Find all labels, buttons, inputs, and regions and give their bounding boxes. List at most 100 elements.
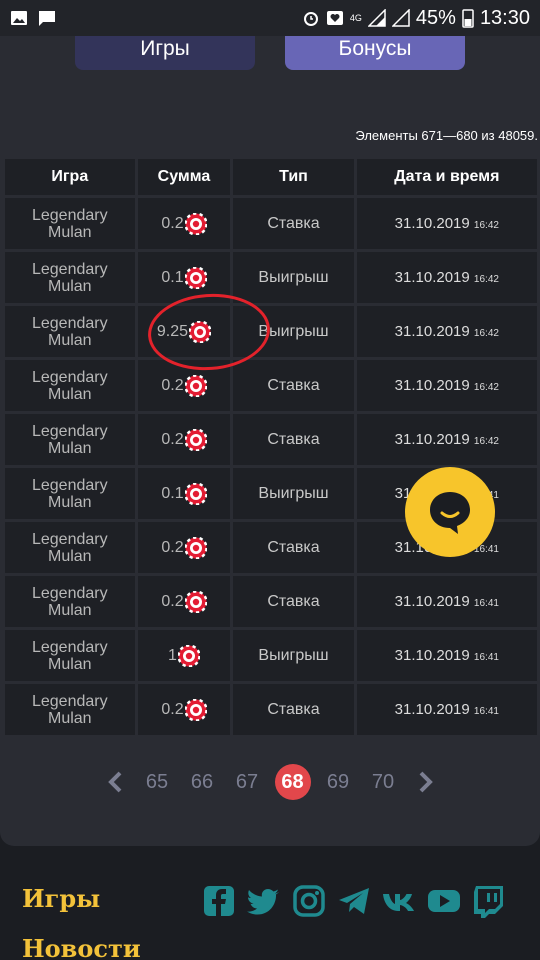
page-68-current[interactable]: 68 <box>274 764 311 800</box>
cell-type: Ставка <box>233 576 354 627</box>
time-value: 16:42 <box>473 274 499 285</box>
social-links <box>202 884 506 918</box>
amount-value: 0.2 <box>161 214 184 232</box>
chip-icon <box>184 212 207 235</box>
cell-type: Ставка <box>233 360 354 411</box>
time-value: 16:41 <box>473 706 499 717</box>
game-name-line2: Mulan <box>48 601 92 619</box>
chevron-right-icon <box>419 771 433 793</box>
instagram-icon[interactable] <box>292 884 326 918</box>
amount-value: 0.2 <box>161 538 184 556</box>
header-amount: Сумма <box>137 159 231 195</box>
cell-game: Legendary Mulan <box>5 468 135 519</box>
game-name-line1: Legendary <box>31 692 108 710</box>
cell-game: Legendary Mulan <box>5 414 135 465</box>
cell-datetime: 31.10.2019 16:42 <box>356 306 537 357</box>
amount-value: 0.2 <box>161 430 184 448</box>
network-type: 4G <box>349 13 362 23</box>
gallery-icon <box>11 11 27 25</box>
date-value: 31.10.2019 <box>394 701 470 718</box>
page-65[interactable]: 65 <box>140 771 175 794</box>
game-name-line1: Legendary <box>31 584 108 602</box>
cell-datetime: 31.10.2019 16:41 <box>356 630 537 681</box>
chat-button[interactable] <box>405 467 495 557</box>
game-name-line1: Legendary <box>31 476 108 494</box>
game-name-line2: Mulan <box>48 655 92 673</box>
date-value: 31.10.2019 <box>394 593 470 610</box>
cell-game: Legendary Mulan <box>5 306 135 357</box>
game-name-line1: Legendary <box>31 638 108 656</box>
time-value: 16:42 <box>473 328 499 339</box>
next-page-button[interactable] <box>411 771 441 793</box>
cell-game: Legendary Mulan <box>5 630 135 681</box>
facebook-icon[interactable] <box>202 884 236 918</box>
cell-datetime: 31.10.2019 16:41 <box>356 684 537 735</box>
date-value: 31.10.2019 <box>394 647 470 664</box>
time-value: 16:41 <box>473 652 499 663</box>
header-type: Тип <box>233 159 354 195</box>
chip-icon <box>184 428 207 451</box>
cell-type: Ставка <box>233 198 354 249</box>
game-name-line1: Legendary <box>31 422 108 440</box>
header-game: Игра <box>5 159 135 195</box>
date-value: 31.10.2019 <box>394 431 470 448</box>
game-name-line2: Mulan <box>48 385 92 403</box>
table-row: Legendary Mulan 0.2 Ставка 31.10.2019 16:42 <box>5 360 537 411</box>
game-name-line2: Mulan <box>48 331 92 349</box>
cell-game: Legendary Mulan <box>5 576 135 627</box>
cell-datetime: 31.10.2019 16:41 <box>356 576 537 627</box>
chip-icon <box>184 374 207 397</box>
cell-amount: 0.2 <box>137 576 231 627</box>
items-count-label: Элементы 671—680 из 48059. <box>355 128 538 143</box>
time-value: 16:41 <box>473 598 499 609</box>
game-name-line2: Mulan <box>48 493 92 511</box>
game-name-line1: Legendary <box>31 206 108 224</box>
game-name-line1: Legendary <box>31 530 108 548</box>
status-bar: 4G 45% 13:30 <box>0 0 540 36</box>
twitter-icon[interactable] <box>247 884 281 918</box>
main-panel: Игры Бонусы Элементы 671—680 из 48059. И… <box>0 0 540 846</box>
cell-type: Выигрыш <box>233 468 354 519</box>
page-66[interactable]: 66 <box>185 771 220 794</box>
clock: 13:30 <box>479 6 530 29</box>
chevron-left-icon <box>107 771 121 793</box>
date-value: 31.10.2019 <box>394 215 470 232</box>
chip-icon <box>184 536 207 559</box>
footer-link-news[interactable]: Новости <box>22 934 141 960</box>
game-name-line2: Mulan <box>48 709 92 727</box>
amount-value: 1 <box>168 646 177 664</box>
table-row: Legendary Mulan 0.1 Выигрыш 31.10.2019 16:42 <box>5 252 537 303</box>
cell-game: Legendary Mulan <box>5 522 135 573</box>
page-67[interactable]: 67 <box>230 771 265 794</box>
cell-amount: 0.2 <box>137 414 231 465</box>
cell-game: Legendary Mulan <box>5 252 135 303</box>
page-70[interactable]: 70 <box>366 771 401 794</box>
signal-icon <box>367 9 386 27</box>
footer-link-games[interactable]: Игры <box>22 884 100 913</box>
alarm-icon <box>303 12 318 26</box>
chat-bubble-icon <box>430 492 470 534</box>
cell-type: Ставка <box>233 684 354 735</box>
cell-datetime: 31.10.2019 16:42 <box>356 252 537 303</box>
game-name-line1: Legendary <box>31 314 108 332</box>
date-value: 31.10.2019 <box>394 269 470 286</box>
vk-icon[interactable] <box>382 884 416 918</box>
game-name-line1: Legendary <box>31 368 108 386</box>
time-value: 16:42 <box>473 220 499 231</box>
page-69[interactable]: 69 <box>321 771 356 794</box>
twitch-icon[interactable] <box>472 884 506 918</box>
youtube-icon[interactable] <box>427 884 461 918</box>
cell-amount: 0.2 <box>137 198 231 249</box>
pagination: 65 66 67 68 69 70 <box>0 764 540 800</box>
date-value: 31.10.2019 <box>394 377 470 394</box>
prev-page-button[interactable] <box>100 771 130 793</box>
amount-value: 0.1 <box>161 268 184 286</box>
chip-icon <box>184 590 207 613</box>
time-value: 16:42 <box>473 382 499 393</box>
cell-type: Ставка <box>233 522 354 573</box>
cell-datetime: 31.10.2019 16:42 <box>356 198 537 249</box>
game-name-line2: Mulan <box>48 277 92 295</box>
battery-icon <box>462 9 474 28</box>
table-row: Legendary Mulan 1 Выигрыш 31.10.2019 16:41 <box>5 630 537 681</box>
telegram-icon[interactable] <box>337 884 371 918</box>
